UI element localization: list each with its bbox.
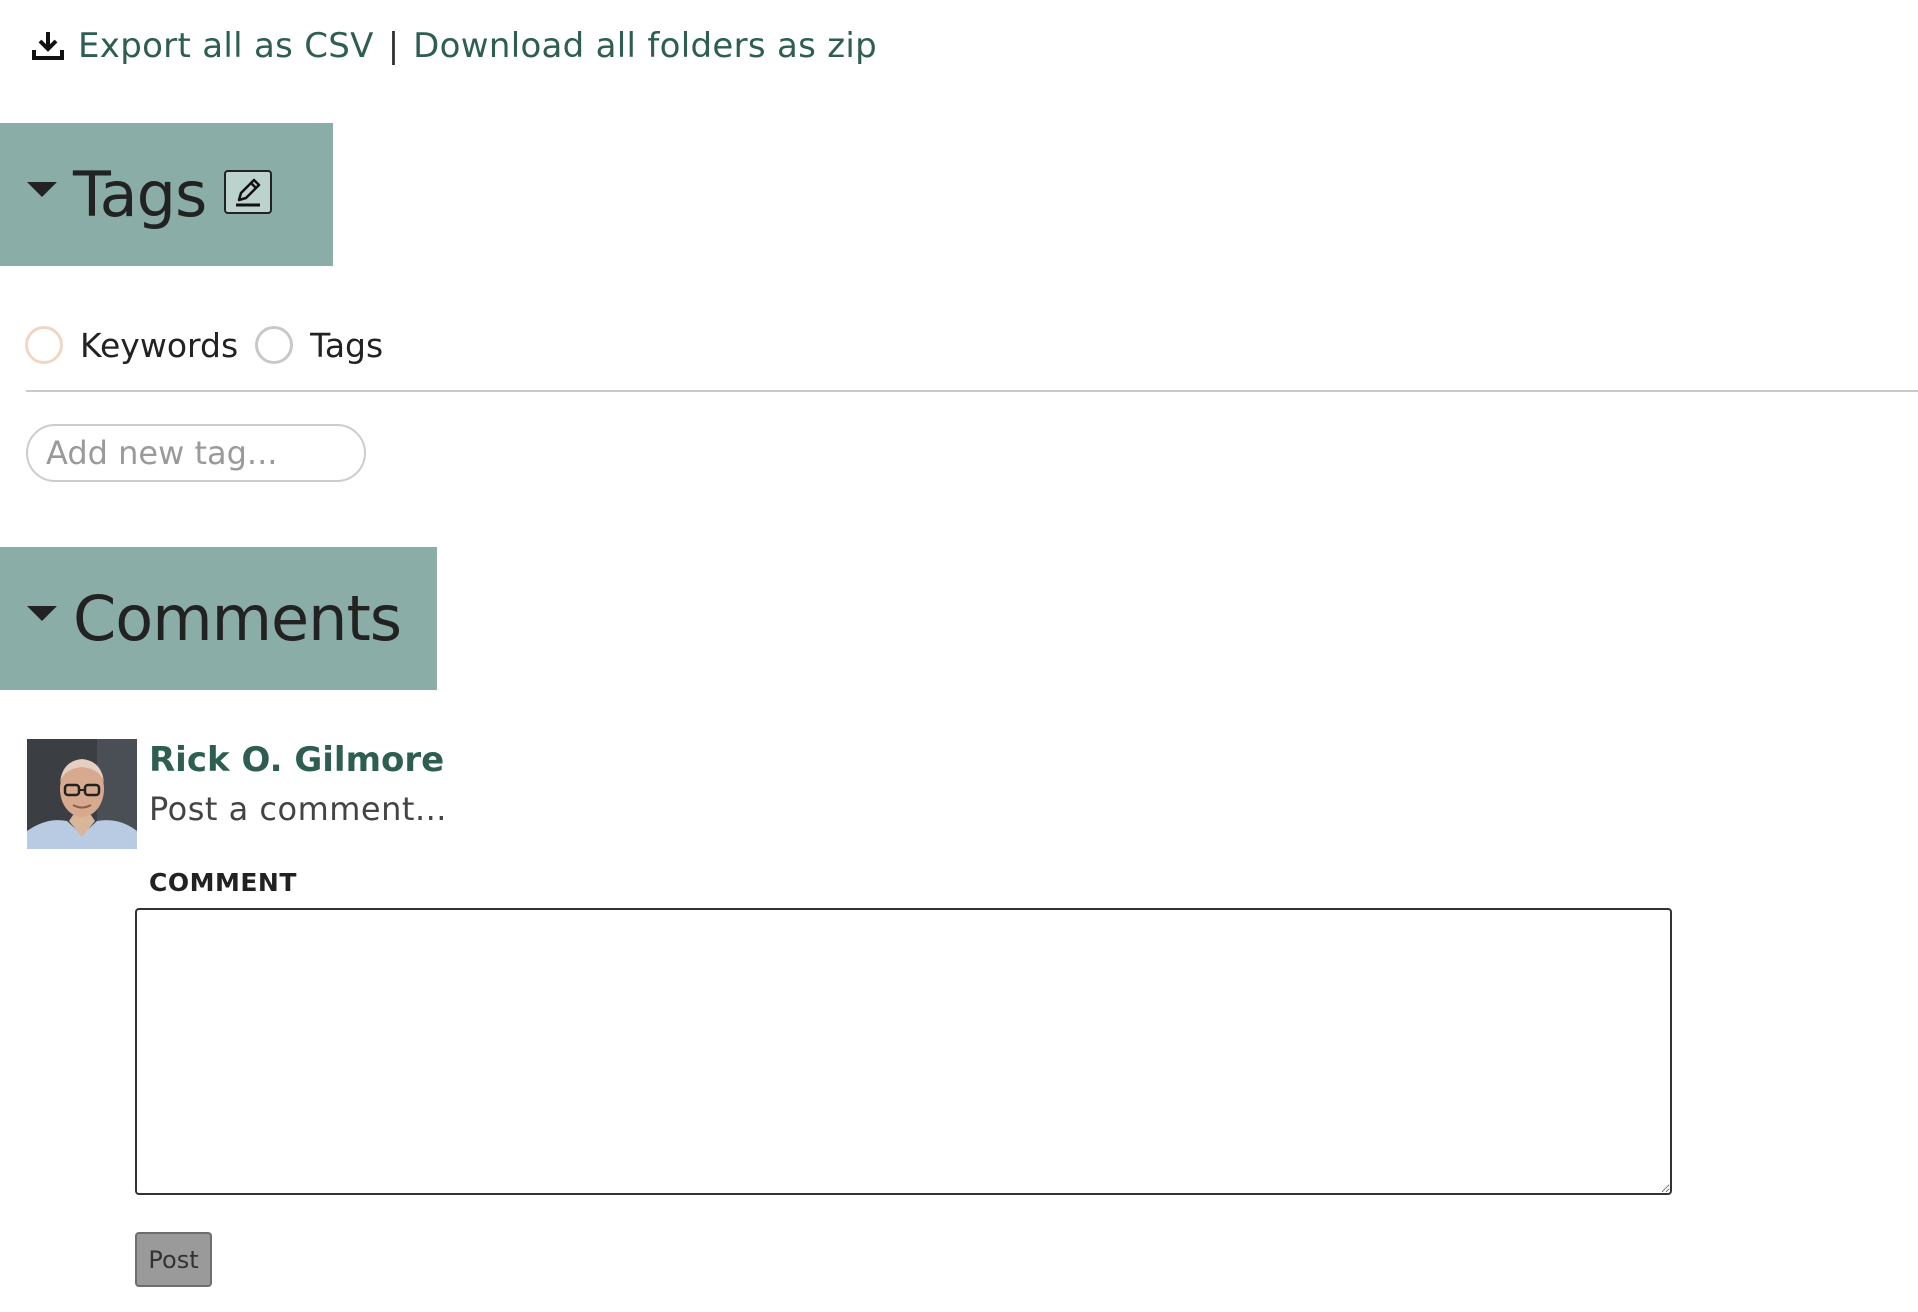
export-bar: Export all as CSV | Download all folders… <box>30 22 877 70</box>
comments-section-header[interactable]: Comments <box>0 547 437 690</box>
post-comment-prompt: Post a comment... <box>149 790 447 828</box>
comment-field-label: COMMENT <box>149 868 297 897</box>
keywords-radio[interactable] <box>25 326 63 364</box>
caret-down-icon[interactable] <box>27 182 57 197</box>
tags-title: Tags <box>73 158 207 231</box>
pencil-icon[interactable] <box>224 169 273 214</box>
tags-section-header[interactable]: Tags <box>0 123 333 266</box>
download-icon[interactable] <box>30 28 66 64</box>
post-button[interactable]: Post <box>135 1232 212 1287</box>
add-tag-input[interactable] <box>26 424 366 482</box>
comments-title: Comments <box>73 582 402 655</box>
caret-down-icon[interactable] <box>27 606 57 621</box>
keywords-radio-label[interactable]: Keywords <box>80 326 238 365</box>
user-name-link[interactable]: Rick O. Gilmore <box>149 740 444 780</box>
tag-type-radio-group: Keywords Tags <box>25 320 400 370</box>
link-separator: | <box>387 26 400 66</box>
comment-textarea[interactable] <box>135 908 1672 1195</box>
avatar <box>27 739 137 849</box>
download-zip-link[interactable]: Download all folders as zip <box>413 26 877 66</box>
tags-radio-label[interactable]: Tags <box>310 326 383 365</box>
divider <box>26 390 1918 392</box>
export-csv-link[interactable]: Export all as CSV <box>78 26 374 66</box>
tags-radio[interactable] <box>255 326 294 364</box>
